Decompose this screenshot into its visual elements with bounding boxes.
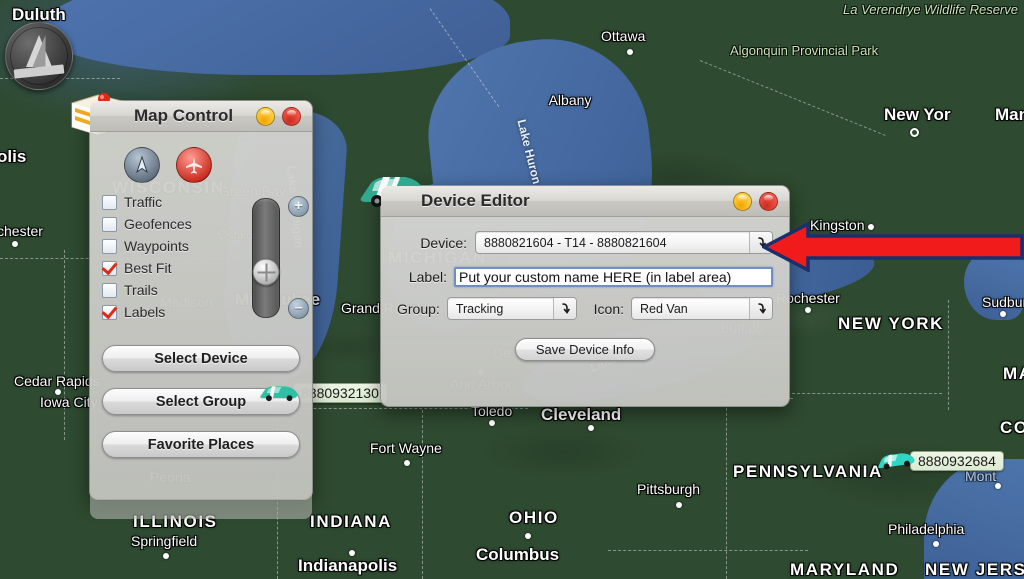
- border-pa-east: [726, 398, 727, 579]
- vehicle-car-icon: [259, 386, 298, 402]
- checkbox-label: Best Fit: [124, 260, 172, 276]
- checkbox-traffic[interactable]: Traffic: [102, 191, 232, 213]
- city-dot: [489, 420, 495, 426]
- compass-needle-shadow: [32, 35, 46, 67]
- device-editor-window[interactable]: Device Editor Device: 8880821604 - T14 -…: [360, 177, 790, 407]
- city-dot: [676, 502, 682, 508]
- airplane-glyph: [186, 157, 202, 174]
- device-dropdown-value: 8880821604 - T14 - 8880821604: [484, 235, 667, 250]
- border-ia-il: [64, 250, 65, 440]
- device-editor-titlebar[interactable]: Device Editor: [381, 186, 789, 217]
- city-dot: [933, 541, 939, 547]
- city-dot: [805, 307, 811, 313]
- icon-field-label: Icon:: [593, 300, 624, 317]
- map-control-window[interactable]: Map Control Traffic Geofences Waypoints …: [71, 93, 313, 519]
- checkbox-labels[interactable]: Labels: [102, 301, 232, 323]
- border-in-oh: [422, 410, 423, 579]
- group-dropdown-value: Tracking: [455, 301, 504, 316]
- group-field-label: Group:: [397, 300, 440, 317]
- map-control-titlebar[interactable]: Map Control: [90, 101, 312, 132]
- checkbox-box: [102, 282, 117, 298]
- city-dot: [995, 483, 1001, 489]
- city-dot: [588, 425, 594, 431]
- device-field-row: Device: 8880821604 - T14 - 8880821604: [397, 231, 773, 254]
- border-ny-east: [948, 300, 949, 410]
- city-dot: [1000, 311, 1006, 317]
- device-field-label: Device:: [420, 234, 467, 251]
- checkbox-best-fit[interactable]: Best Fit: [102, 257, 232, 279]
- city-dot: [525, 533, 531, 539]
- airplane-icon[interactable]: [176, 147, 212, 183]
- vehicle-car-icon: [878, 453, 915, 470]
- device-dropdown[interactable]: 8880821604 - T14 - 8880821604: [475, 231, 773, 254]
- border-md: [608, 550, 808, 551]
- red-arrow: [762, 222, 1024, 272]
- checkbox-label: Waypoints: [124, 238, 189, 254]
- save-device-info-button[interactable]: Save Device Info: [515, 338, 655, 361]
- vehicle-marker[interactable]: 8880932684: [872, 450, 1004, 472]
- city-dot: [163, 553, 169, 559]
- group-dropdown[interactable]: Tracking: [446, 297, 577, 320]
- checkbox-box: [102, 304, 117, 320]
- icon-dropdown[interactable]: Red Van: [631, 297, 773, 320]
- city-dot: [55, 389, 61, 395]
- checkbox-label: Labels: [124, 304, 166, 320]
- city-dot: [910, 128, 919, 137]
- navigation-arrow-glyph: [136, 155, 148, 174]
- navigation-icon[interactable]: [124, 147, 160, 183]
- checkbox-box: [102, 260, 117, 276]
- save-row: Save Device Info: [397, 338, 773, 361]
- border-pa-ny: [792, 393, 942, 394]
- zoom-in-button[interactable]: +: [288, 196, 309, 217]
- checkbox-label: Traffic: [124, 194, 163, 210]
- label-input[interactable]: [454, 267, 773, 287]
- checkbox-waypoints[interactable]: Waypoints: [102, 235, 232, 257]
- vehicle-id-label: 8880932684: [910, 451, 1004, 471]
- city-dot: [349, 550, 355, 556]
- close-button[interactable]: [282, 106, 301, 126]
- checkbox-box: [102, 194, 117, 210]
- lake-superior-water: [40, 0, 510, 75]
- group-icon-field-row: Group: Tracking Icon: Red Van: [397, 297, 773, 320]
- zoom-slider[interactable]: [252, 198, 280, 318]
- checkbox-box: [102, 216, 117, 232]
- zoom-out-button[interactable]: –: [288, 298, 309, 319]
- favorite-places-button[interactable]: Favorite Places: [102, 431, 300, 458]
- city-dot: [627, 49, 633, 55]
- device-editor-title: Device Editor: [421, 191, 530, 210]
- zoom-slider-thumb[interactable]: [252, 258, 280, 286]
- map-control-title: Map Control: [134, 106, 234, 125]
- city-dot: [404, 460, 410, 466]
- chevron-down-icon: [749, 298, 772, 319]
- checkbox-label: Geofences: [124, 216, 192, 232]
- checkbox-box: [102, 238, 117, 254]
- city-dot: [12, 241, 18, 247]
- icon-dropdown-value: Red Van: [640, 301, 688, 316]
- minimize-button[interactable]: [256, 106, 275, 126]
- select-device-button[interactable]: Select Device: [102, 345, 300, 372]
- close-button[interactable]: [759, 191, 778, 211]
- chevron-down-icon: [552, 298, 576, 319]
- checkbox-geofences[interactable]: Geofences: [102, 213, 232, 235]
- checkbox-label: Trails: [124, 282, 158, 298]
- label-field-label: Label:: [408, 269, 447, 285]
- map-application-screen: Duluth olis chester Cedar Rapids Iowa Ci…: [0, 0, 1024, 579]
- checkbox-trails[interactable]: Trails: [102, 279, 232, 301]
- map-control-body: Traffic Geofences Waypoints Best Fit Tra…: [90, 132, 312, 519]
- minimize-button[interactable]: [733, 191, 752, 211]
- compass-rose-icon[interactable]: [5, 22, 73, 90]
- vehicle-marker[interactable]: 8880932130: [255, 382, 387, 404]
- label-field-row: Label:: [397, 267, 773, 287]
- device-editor-body: Device: 8880821604 - T14 - 8880821604 La…: [381, 217, 789, 406]
